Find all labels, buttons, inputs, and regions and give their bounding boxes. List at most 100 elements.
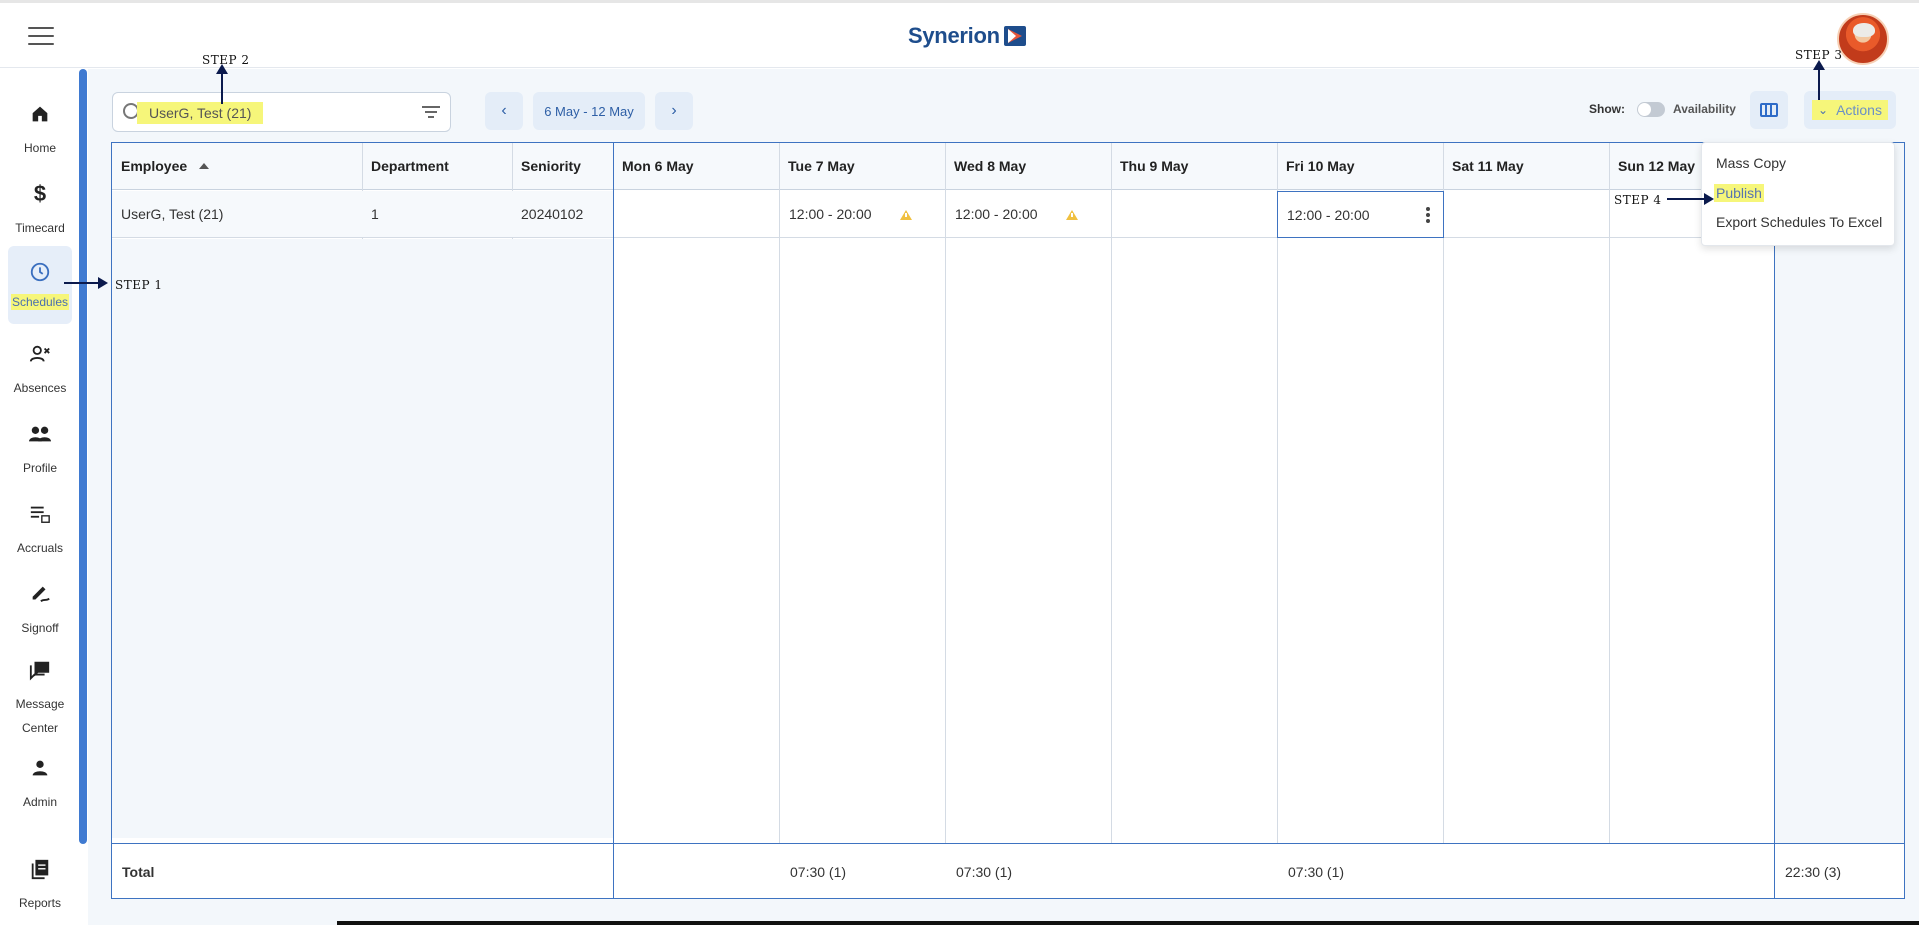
column-header-label: Tue 7 May (788, 158, 855, 174)
availability-toggle[interactable] (1637, 102, 1665, 117)
seniority-cell: 20240102 (512, 191, 613, 238)
dollar-icon: $ (33, 181, 47, 206)
sidebar-item-admin[interactable]: Admin (8, 746, 72, 824)
sidebar-scrollbar[interactable] (79, 69, 87, 844)
signoff-icon (28, 582, 52, 606)
tue-shift-cell[interactable]: 12:00 - 20:00 (780, 191, 945, 238)
warning-icon[interactable] (1066, 210, 1078, 220)
column-header-label: Seniority (521, 158, 581, 174)
fri-total: 07:30 (1) (1288, 863, 1345, 880)
employee-list-area (112, 239, 613, 838)
columns-icon (1760, 103, 1778, 117)
total-row: Total 07:30 (1) 07:30 (1) 07:30 (1) 22:3… (112, 843, 1904, 899)
summary-column (1774, 143, 1904, 843)
menu-item-export-excel[interactable]: Export Schedules To Excel (1716, 213, 1882, 231)
column-header-wed[interactable]: Wed 8 May (945, 143, 1111, 190)
menu-item-mass-copy[interactable]: Mass Copy (1716, 154, 1786, 172)
column-header-department[interactable]: Department (362, 143, 512, 190)
column-header-employee[interactable]: Employee (112, 143, 362, 190)
hamburger-menu-icon[interactable] (28, 27, 54, 47)
column-divider (1609, 143, 1610, 898)
column-header-label: Department (371, 158, 449, 174)
menu-item-publish[interactable]: Publish (1714, 184, 1764, 202)
logo-flag-icon (1003, 26, 1026, 46)
column-divider (945, 143, 946, 898)
sidebar: Home $ Timecard Schedules Absences Profi… (0, 69, 80, 925)
column-divider (1111, 143, 1112, 898)
sidebar-item-signoff[interactable]: Signoff (8, 572, 72, 650)
column-header-fri[interactable]: Fri 10 May (1277, 143, 1443, 190)
sidebar-item-label: Reports (18, 896, 62, 910)
window-bottom-edge (337, 921, 1919, 925)
actions-label: Actions (1836, 102, 1882, 118)
date-range-button[interactable]: 6 May - 12 May (533, 92, 645, 130)
sort-ascending-icon[interactable] (199, 163, 210, 169)
top-bar: Synerion (0, 0, 1919, 68)
total-label: Total (122, 863, 155, 880)
column-header-label: Wed 8 May (954, 158, 1027, 174)
employee-search-input[interactable]: UserG, Test (21) (112, 92, 451, 132)
sidebar-item-label: Accruals (16, 541, 63, 555)
column-header-label: Thu 9 May (1120, 158, 1189, 174)
sidebar-item-timecard[interactable]: $ Timecard (8, 172, 72, 250)
home-icon (28, 102, 52, 126)
sidebar-item-profile[interactable]: Profile (8, 412, 72, 490)
person-remove-icon (28, 342, 52, 366)
employee-cell[interactable]: UserG, Test (21) (112, 191, 362, 238)
previous-week-button[interactable]: ‹ (485, 92, 523, 130)
clock-icon (28, 260, 52, 284)
week-total: 22:30 (3) (1785, 863, 1842, 880)
sidebar-item-label: Signoff (21, 621, 59, 635)
sidebar-item-message-center[interactable]: Message Center (8, 652, 72, 746)
next-week-button[interactable]: › (655, 92, 693, 130)
user-avatar[interactable] (1837, 13, 1889, 65)
group-icon (28, 422, 52, 446)
sidebar-item-label: Timecard (15, 221, 65, 235)
availability-label: Availability (1673, 102, 1736, 116)
sat-shift-cell[interactable] (1444, 191, 1609, 238)
column-header-label: Mon 6 May (622, 158, 694, 174)
step-2-arrow (216, 64, 228, 104)
step-4-arrow (1667, 193, 1714, 205)
search-value[interactable]: UserG, Test (21) (137, 102, 264, 124)
column-divider (779, 143, 780, 898)
accruals-icon (28, 502, 52, 526)
shift-time: 12:00 - 20:00 (955, 206, 1038, 222)
column-header-tue[interactable]: Tue 7 May (779, 143, 945, 190)
fri-shift-cell[interactable]: 12:00 - 20:00 (1277, 191, 1444, 238)
filter-icon[interactable] (422, 106, 440, 120)
schedule-grid: Employee Department Seniority Mon 6 May … (111, 142, 1905, 899)
column-header-sat[interactable]: Sat 11 May (1443, 143, 1609, 190)
column-header-label: Sun 12 May (1618, 158, 1696, 174)
shift-time: 12:00 - 20:00 (789, 206, 872, 222)
sidebar-item-reports[interactable]: Reports (8, 847, 72, 925)
columns-view-button[interactable] (1750, 91, 1788, 129)
thu-shift-cell[interactable] (1112, 191, 1277, 238)
column-header-seniority[interactable]: Seniority (512, 143, 613, 190)
column-header-mon[interactable]: Mon 6 May (613, 143, 779, 190)
wed-shift-cell[interactable]: 12:00 - 20:00 (946, 191, 1111, 238)
column-divider (1443, 143, 1444, 898)
mon-shift-cell[interactable] (614, 191, 779, 238)
step-4-annotation: STEP 4 (1614, 193, 1662, 207)
warning-icon[interactable] (900, 210, 912, 220)
column-header-thu[interactable]: Thu 9 May (1111, 143, 1277, 190)
department-cell: 1 (362, 191, 512, 238)
sidebar-item-schedules[interactable]: Schedules (8, 246, 72, 324)
column-header-label: Sat 11 May (1452, 158, 1524, 174)
tue-total: 07:30 (1) (790, 863, 847, 880)
reports-icon (28, 857, 52, 881)
wed-total: 07:30 (1) (956, 863, 1013, 880)
sidebar-item-absences[interactable]: Absences (8, 332, 72, 410)
more-options-icon[interactable] (1426, 207, 1430, 223)
column-divider (1277, 143, 1278, 898)
sidebar-item-label: Profile (22, 461, 57, 475)
sidebar-item-label: Schedules (10, 294, 70, 310)
column-header-label: Employee (121, 158, 188, 174)
sidebar-item-label: Home (23, 141, 56, 155)
sidebar-item-accruals[interactable]: Accruals (8, 492, 72, 570)
sidebar-item-home[interactable]: Home (8, 92, 72, 170)
chevron-down-icon: ⌄ (1818, 103, 1829, 117)
seniority-value: 20240102 (521, 206, 584, 222)
admin-person-icon (28, 756, 52, 780)
